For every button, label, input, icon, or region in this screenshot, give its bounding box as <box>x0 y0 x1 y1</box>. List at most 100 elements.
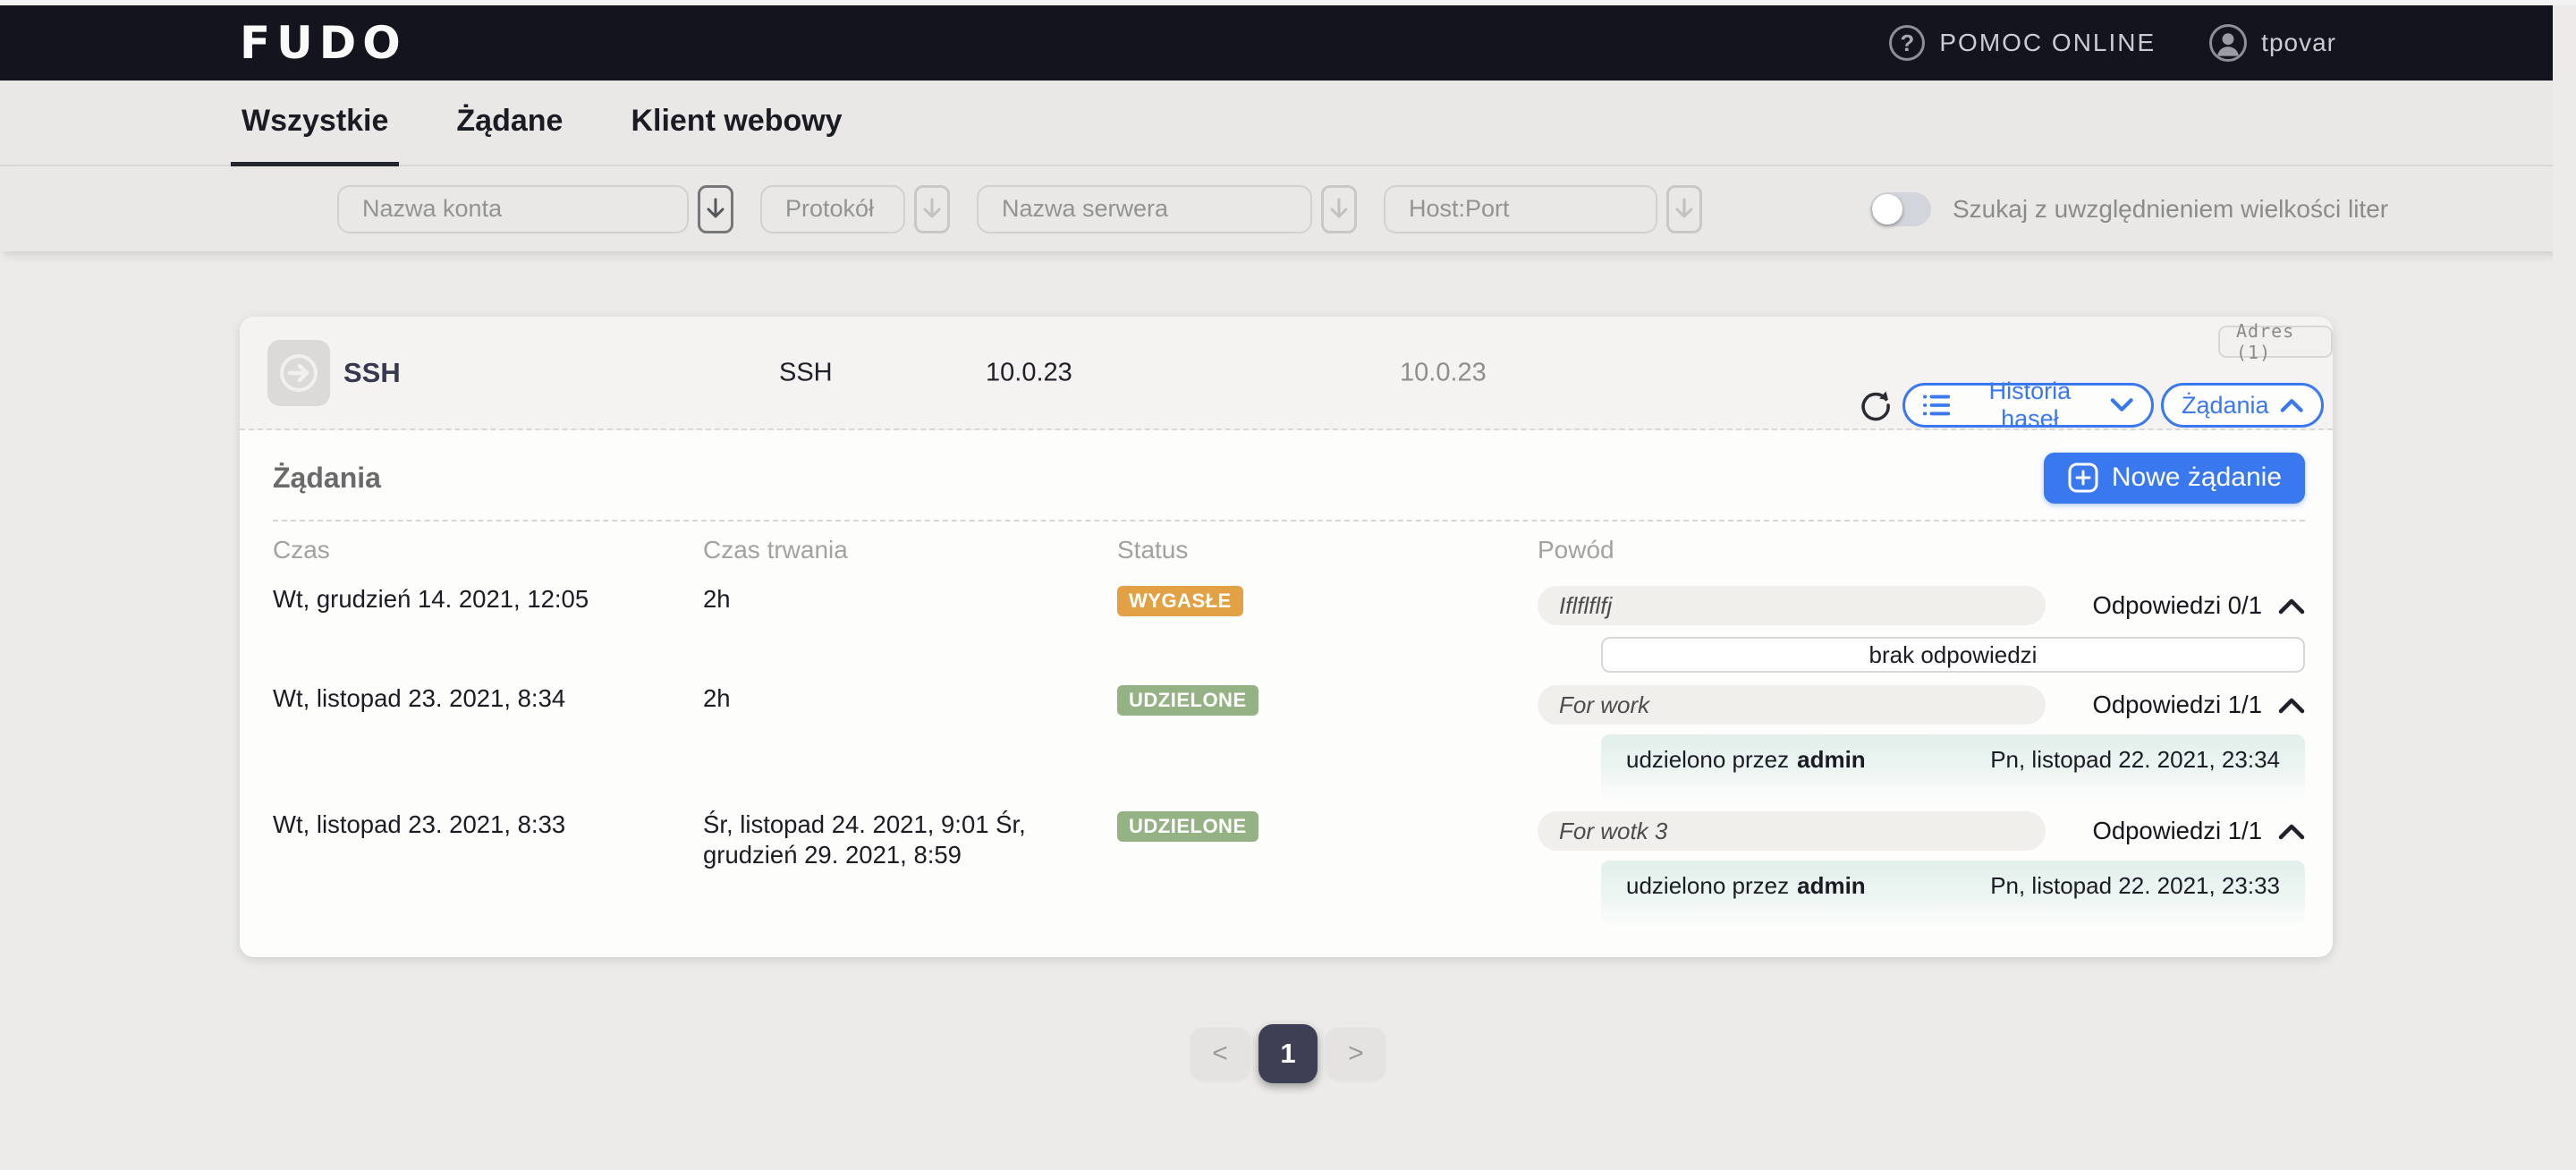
filter-bar: Szukaj z uwzględnieniem wielkości liter <box>0 166 2576 251</box>
connection-card: SSH SSH 10.0.23 10.0.23 Adres (1) <box>240 317 2333 957</box>
password-history-button[interactable]: Historia haseł <box>1902 383 2154 428</box>
topbar-right: ? POMOC ONLINE tpovar <box>1889 24 2336 62</box>
answer-text: udzielono przez admin <box>1626 872 1866 925</box>
arrow-down-icon <box>705 197 726 222</box>
divider <box>273 520 2305 521</box>
chevron-up-icon <box>2278 596 2305 615</box>
list-icon <box>1923 393 1950 418</box>
status-badge: UDZIELONE <box>1117 685 1258 716</box>
chevron-up-icon <box>2278 821 2305 841</box>
pagination-next-button[interactable]: > <box>1326 1028 1385 1080</box>
request-reason-column: For work Odpowiedzi 1/1 <box>1538 683 2305 799</box>
pagination-page-1-button[interactable]: 1 <box>1258 1024 1318 1083</box>
request-reason: Iflflflfj <box>1538 586 2046 625</box>
requests-rows: Wt, grudzień 14. 2021, 12:05 2h WYGASŁE … <box>273 584 2305 925</box>
help-online-link[interactable]: ? POMOC ONLINE <box>1889 25 2156 61</box>
tab-klient-webowy[interactable]: Klient webowy <box>620 81 852 166</box>
collapse-answers-button[interactable] <box>2278 695 2305 715</box>
answer-box: udzielono przezadmin Pn, listopad 22. 20… <box>1601 734 2305 799</box>
pagination: < 1 > <box>0 1024 2576 1083</box>
host-port-filter-input[interactable] <box>1384 185 1657 233</box>
topbar: FUDO ? POMOC ONLINE tpovar <box>0 5 2576 81</box>
requests-table-header: Czas Czas trwania Status Powód <box>273 536 2305 564</box>
chevron-up-icon <box>2280 396 2303 414</box>
requests-button-label: Żądania <box>2182 392 2269 420</box>
requests-panel-header: Żądania Nowe żądanie <box>273 452 2305 504</box>
toggle-knob <box>1872 194 1902 225</box>
request-row: Wt, grudzień 14. 2021, 12:05 2h WYGASŁE … <box>273 584 2305 673</box>
new-request-label: Nowe żądanie <box>2112 462 2282 493</box>
column-header-czas-trwania: Czas trwania <box>703 536 1117 564</box>
request-duration: Śr, listopad 24. 2021, 9:01 Śr, grudzień… <box>703 810 1117 870</box>
status-badge: UDZIELONE <box>1117 811 1258 842</box>
answer-text: udzielono przezadmin <box>1626 746 1866 799</box>
case-sensitive-toggle-group: Szukaj z uwzględnieniem wielkości liter <box>1870 192 2388 226</box>
answer-date: Pn, listopad 22. 2021, 23:33 <box>1990 872 2280 925</box>
requests-panel: Żądania Nowe żądanie Czas Czas trwania S… <box>240 452 2333 957</box>
scrollbar-track[interactable] <box>2553 5 2576 1170</box>
connection-name: SSH <box>343 357 401 389</box>
chevron-down-icon <box>2110 396 2133 414</box>
server-name-filter-input[interactable] <box>977 185 1312 233</box>
request-duration: 2h <box>703 584 1117 615</box>
request-reason: For wotk 3 <box>1538 811 2046 851</box>
fudo-logo: FUDO <box>240 17 407 69</box>
circle-arrow-right-icon <box>278 352 319 394</box>
collapse-answers-button[interactable] <box>2278 596 2305 615</box>
answer-prefix: udzielono przez <box>1626 872 1789 899</box>
new-request-button[interactable]: Nowe żądanie <box>2044 453 2305 504</box>
plus-square-icon <box>2067 462 2099 494</box>
connection-row: SSH SSH 10.0.23 10.0.23 Adres (1) <box>240 317 2333 430</box>
request-reason-column: For wotk 3 Odpowiedzi 1/1 <box>1538 810 2305 925</box>
column-header-powod: Powód <box>1538 536 2305 564</box>
answers-count-label: Odpowiedzi 1/1 <box>2092 691 2262 719</box>
column-header-czas: Czas <box>273 536 703 564</box>
refresh-icon <box>1856 386 1895 425</box>
connection-protocol-icon <box>267 340 330 406</box>
connection-address: 10.0.23 <box>986 358 1072 387</box>
hostport-filter-dropdown-button[interactable] <box>1666 185 1702 233</box>
help-online-label: POMOC ONLINE <box>1939 29 2156 57</box>
main-content: SSH SSH 10.0.23 10.0.23 Adres (1) <box>0 251 2576 1083</box>
server-filter-dropdown-button[interactable] <box>1321 185 1357 233</box>
account-filter-dropdown-button[interactable] <box>698 185 733 233</box>
user-menu[interactable]: tpovar <box>2209 24 2336 62</box>
question-circle-icon: ? <box>1889 25 1925 61</box>
collapse-answers-button[interactable] <box>2278 821 2305 841</box>
protocol-filter-input[interactable] <box>760 185 905 233</box>
no-answer-box: brak odpowiedzi <box>1601 637 2305 673</box>
arrow-down-icon <box>921 197 943 222</box>
case-sensitive-toggle[interactable] <box>1870 192 1931 226</box>
request-time: Wt, grudzień 14. 2021, 12:05 <box>273 584 703 615</box>
column-header-status: Status <box>1117 536 1538 564</box>
arrow-down-icon <box>1674 197 1695 222</box>
username-label: tpovar <box>2261 29 2336 57</box>
answers-count-label: Odpowiedzi 0/1 <box>2092 591 2262 620</box>
tab-wszystkie[interactable]: Wszystkie <box>231 81 399 166</box>
request-reason-column: Iflflflfj Odpowiedzi 0/1 <box>1538 584 2305 673</box>
password-history-label: Historia haseł <box>1961 377 2098 433</box>
pagination-prev-button[interactable]: < <box>1191 1028 1250 1080</box>
answer-user: admin <box>1797 746 1866 773</box>
request-time: Wt, listopad 23. 2021, 8:34 <box>273 683 703 714</box>
request-row: Wt, listopad 23. 2021, 8:33 Śr, listopad… <box>273 810 2305 925</box>
requests-toggle-button[interactable]: Żądania <box>2161 383 2324 428</box>
request-duration: 2h <box>703 683 1117 714</box>
answer-user: admin <box>1797 872 1866 899</box>
arrow-down-icon <box>1328 197 1350 222</box>
refresh-button[interactable] <box>1855 385 1896 426</box>
fudo-app: FUDO ? POMOC ONLINE tpovar Wszystkie Żąd… <box>0 0 2576 1170</box>
answers-count-label: Odpowiedzi 1/1 <box>2092 817 2262 845</box>
address-count-badge: Adres (1) <box>2218 326 2333 358</box>
status-badge: WYGASŁE <box>1117 586 1243 616</box>
request-row: Wt, listopad 23. 2021, 8:34 2h UDZIELONE… <box>273 683 2305 799</box>
tab-zadane[interactable]: Żądane <box>445 81 573 166</box>
answer-box: udzielono przez admin Pn, listopad 22. 20… <box>1601 861 2305 925</box>
connection-server-address: 10.0.23 <box>1400 358 1487 387</box>
requests-panel-title: Żądania <box>273 462 381 495</box>
account-name-filter-input[interactable] <box>337 185 689 233</box>
request-time: Wt, listopad 23. 2021, 8:33 <box>273 810 703 840</box>
user-avatar-icon <box>2209 24 2247 62</box>
connection-protocol: SSH <box>779 358 833 387</box>
protocol-filter-dropdown-button[interactable] <box>914 185 950 233</box>
